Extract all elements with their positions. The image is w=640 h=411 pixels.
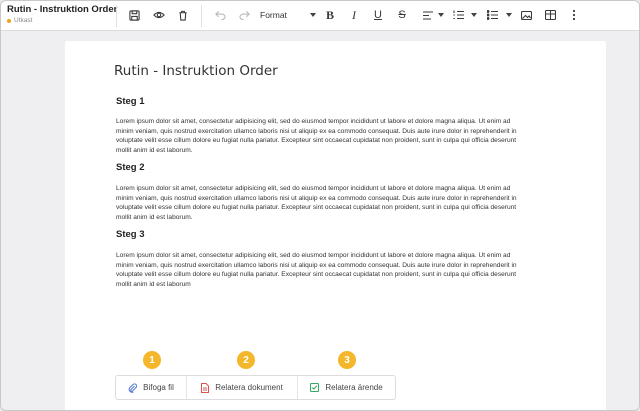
text-line: mollit anim id est laborum. [116, 146, 193, 154]
toolbar-divider [116, 5, 117, 27]
align-button[interactable] [420, 7, 436, 23]
chevron-down-icon[interactable] [438, 13, 444, 17]
text-line: Lorem ipsum dolor sit amet, consectetur … [116, 252, 511, 259]
format-select[interactable]: Format [260, 10, 287, 20]
italic-button[interactable]: I [346, 7, 362, 23]
insert-table-button[interactable] [542, 7, 558, 23]
action-label: Bifoga fil [143, 383, 174, 392]
image-icon [520, 10, 532, 20]
text-line: mollit anim id est laborum [116, 280, 191, 288]
text-line: Lorem ipsum dolor sit amet, consectetur … [116, 185, 511, 192]
text-line: minim veniam, quis nostrud exercitation … [116, 261, 517, 269]
document-title: Rutin - Instruktion Order [7, 4, 118, 15]
status-indicator: Utkast [7, 17, 117, 24]
chevron-down-icon [310, 13, 316, 17]
bullet-list-button[interactable] [484, 7, 500, 23]
table-icon [544, 10, 556, 20]
document-header: Rutin - Instruktion Order Utkast [7, 4, 117, 24]
align-icon [423, 10, 433, 20]
action-bar: Bifoga fil Relatera dokument Relatera är… [115, 375, 396, 400]
step-paragraph: Lorem ipsum dolor sit amet, consectetur … [116, 251, 596, 289]
bold-button[interactable]: B [322, 7, 338, 23]
undo-icon [214, 10, 226, 20]
numbered-list-button[interactable] [450, 7, 466, 23]
step-heading: Steg 1 [116, 96, 145, 107]
toolbar-divider [201, 5, 202, 27]
save-button[interactable] [126, 7, 142, 23]
text-line: Lorem ipsum dolor sit amet, consectetur … [116, 118, 511, 125]
step-badge: 1 [143, 351, 161, 369]
redo-button[interactable] [236, 7, 252, 23]
text-line: voluptate velit esse cillum dolore eu fu… [116, 271, 517, 278]
relate-document-button[interactable]: Relatera dokument [187, 376, 298, 399]
bold-icon: B [325, 7, 334, 22]
document-icon [201, 382, 210, 393]
relate-case-button[interactable]: Relatera ärende [298, 376, 395, 399]
redo-icon [238, 10, 250, 20]
step-paragraph: Lorem ipsum dolor sit amet, consectetur … [116, 117, 596, 155]
preview-button[interactable] [151, 7, 167, 23]
more-options-button[interactable] [566, 7, 582, 23]
action-label: Relatera dokument [215, 383, 283, 392]
action-label: Relatera ärende [325, 383, 383, 392]
insert-image-button[interactable] [518, 7, 534, 23]
delete-button[interactable] [175, 7, 191, 23]
step-heading: Steg 2 [116, 162, 145, 173]
step-paragraph: Lorem ipsum dolor sit amet, consectetur … [116, 184, 596, 222]
underline-button[interactable]: U [370, 7, 386, 23]
text-line: minim veniam, quis nostrud exercitation … [116, 194, 517, 202]
status-label: Utkast [14, 17, 33, 24]
bullet-list-icon [486, 10, 498, 20]
numbered-list-icon [452, 10, 464, 20]
text-line: voluptate velit esse cillum dolore eu fu… [116, 204, 517, 211]
undo-button[interactable] [212, 7, 228, 23]
underline-icon: U [374, 9, 382, 21]
chevron-down-icon[interactable] [471, 13, 477, 17]
more-icon [572, 9, 576, 21]
attach-file-button[interactable]: Bifoga fil [116, 376, 187, 399]
text-line: mollit anim id est laborum. [116, 213, 193, 221]
status-dot-icon [7, 18, 11, 23]
strikethrough-icon: S [398, 9, 406, 21]
eye-icon [153, 11, 165, 19]
app-window: Rutin - Instruktion Order Utkast Format … [0, 0, 640, 411]
checkbox-icon [310, 383, 320, 392]
strikethrough-button[interactable]: S [394, 7, 410, 23]
page-title: Rutin - Instruktion Order [114, 63, 278, 79]
paperclip-icon [128, 382, 138, 393]
text-line: voluptate velit esse cillum dolore eu fu… [116, 137, 517, 144]
italic-icon: I [352, 7, 356, 22]
step-badge: 3 [338, 351, 356, 369]
text-line: minim veniam, quis nostrud exercitation … [116, 127, 517, 135]
editor-toolbar: Rutin - Instruktion Order Utkast Format … [1, 1, 639, 31]
chevron-down-icon[interactable] [506, 13, 512, 17]
trash-icon [179, 10, 187, 21]
step-heading: Steg 3 [116, 229, 145, 240]
step-badge: 2 [237, 351, 255, 369]
save-icon [128, 9, 140, 21]
